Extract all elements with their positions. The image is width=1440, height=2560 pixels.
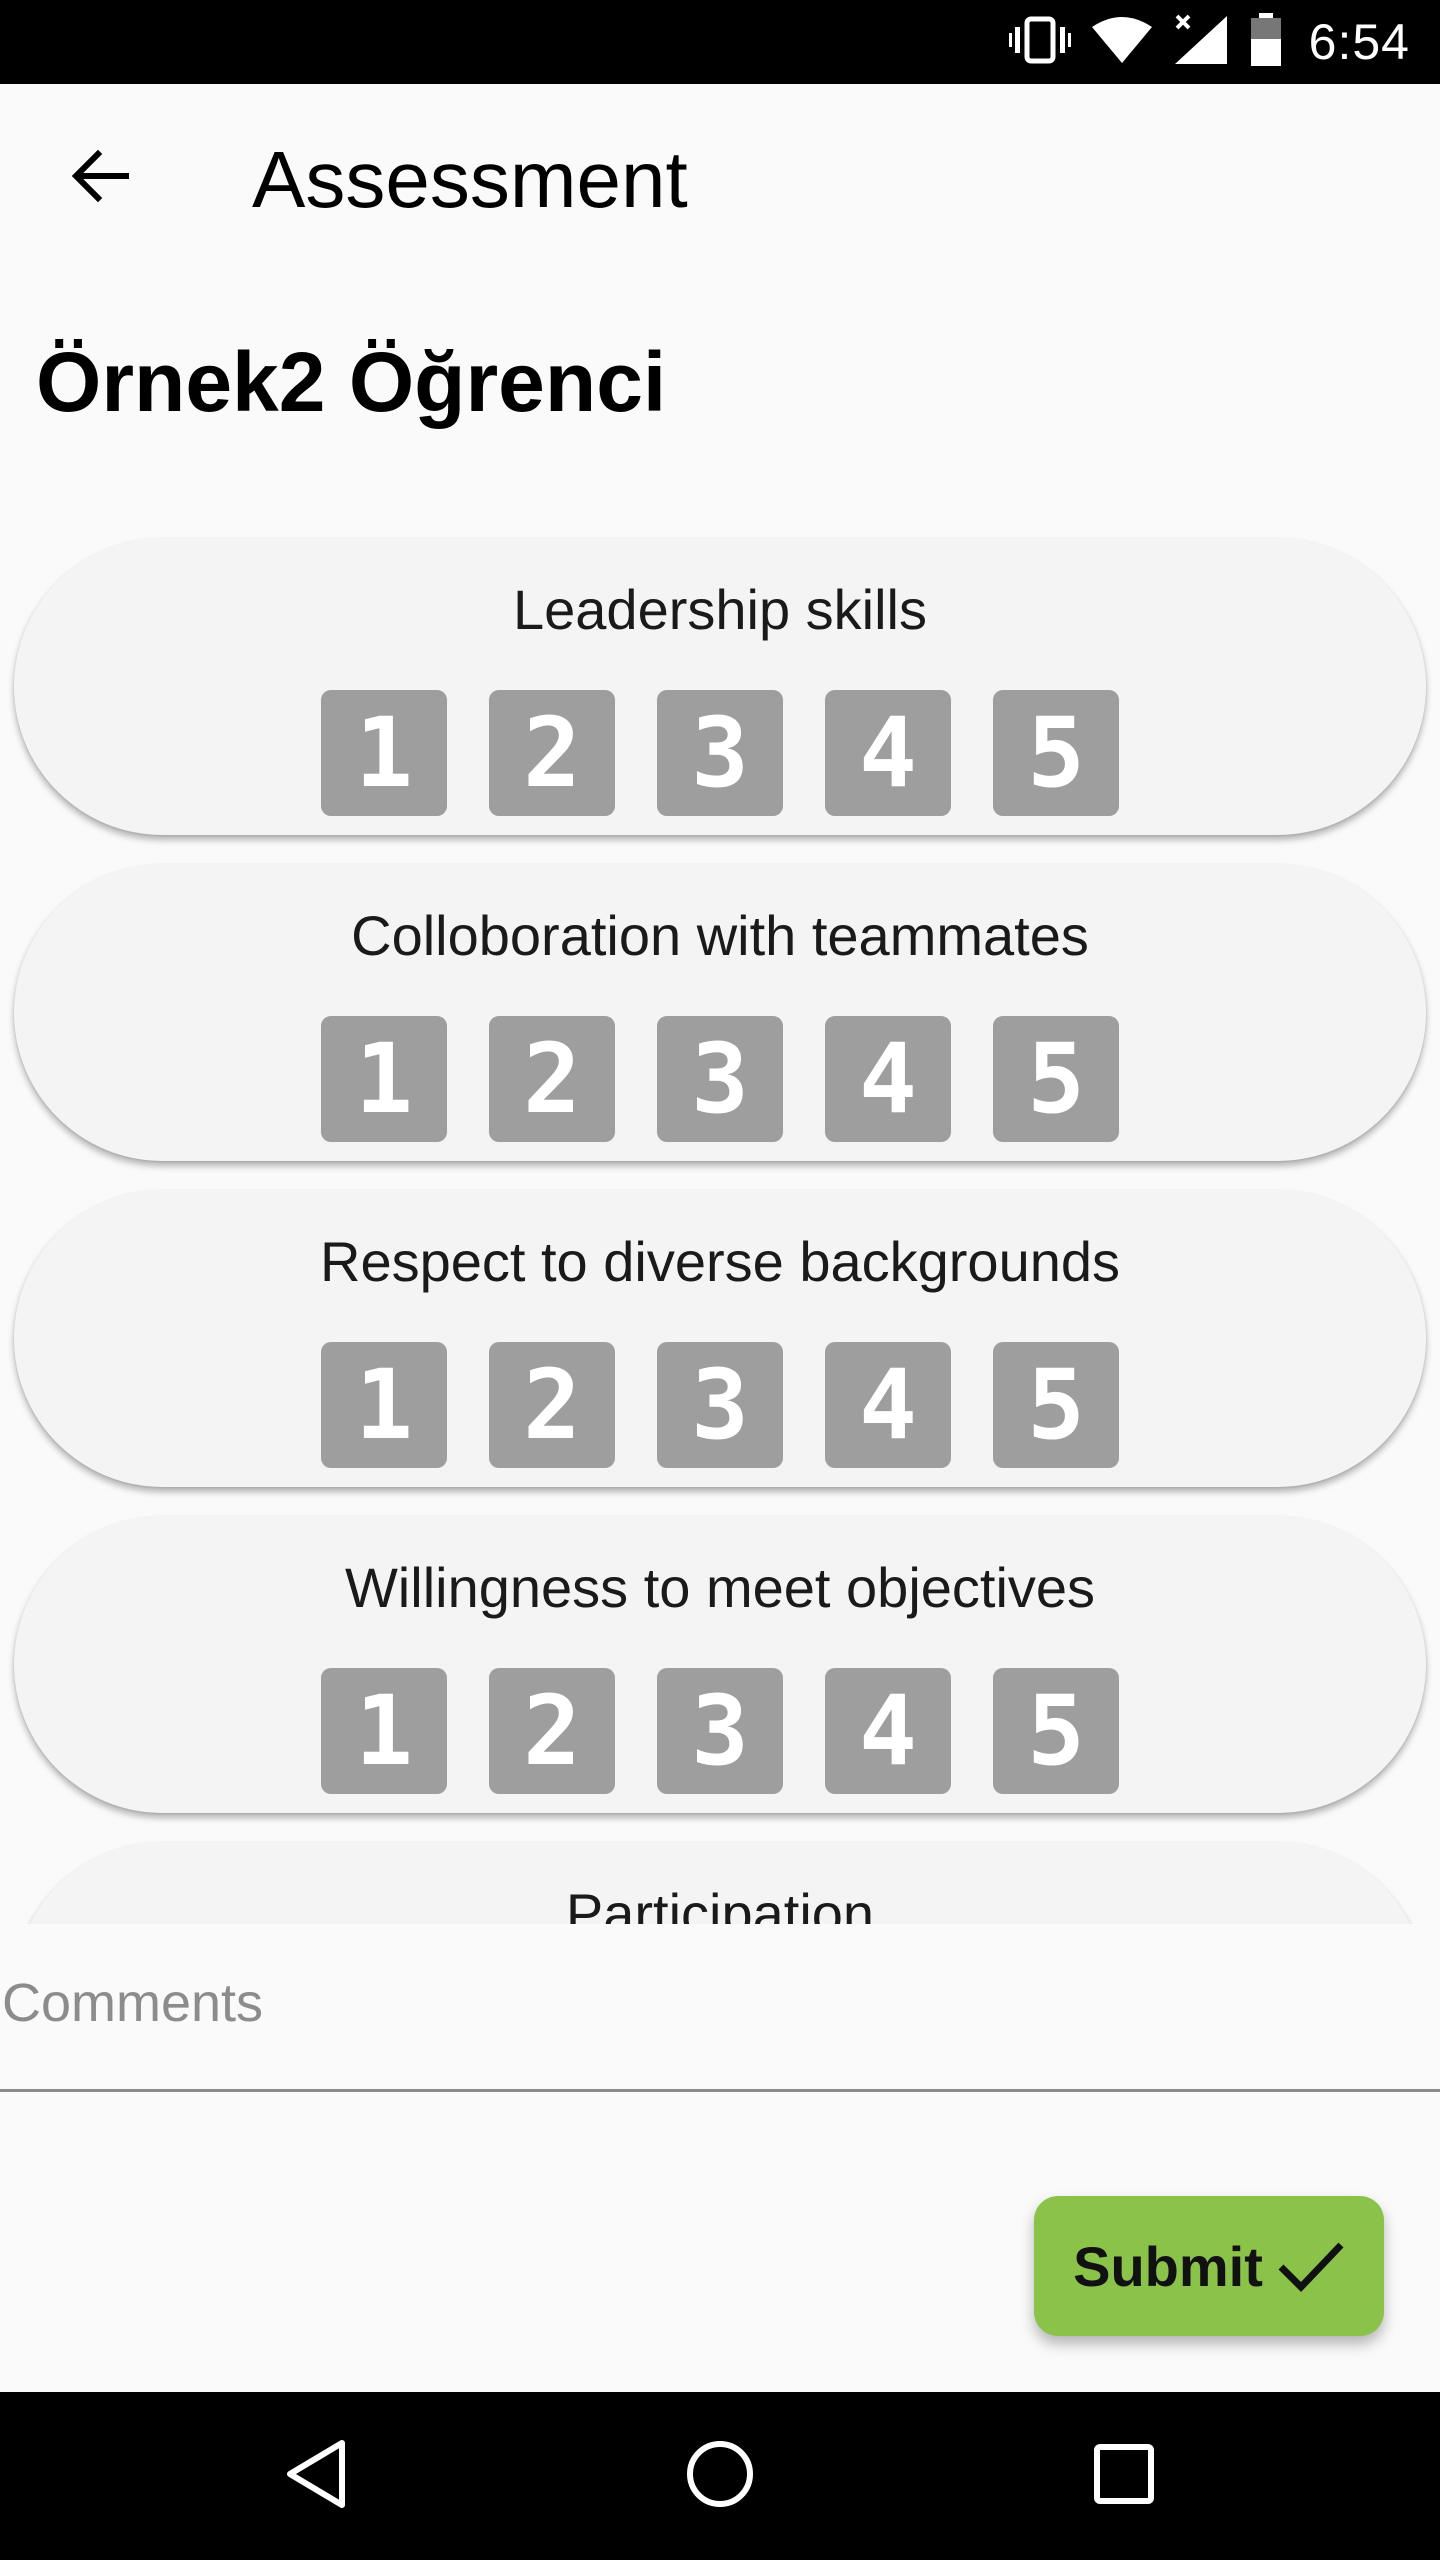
toolbar: Assessment bbox=[0, 84, 1440, 280]
recents-square-icon bbox=[1092, 2442, 1156, 2511]
rating-row: 1 2 3 4 5 bbox=[14, 690, 1426, 816]
criteria-list[interactable]: Leadership skills 1 2 3 4 5 Colloboratio… bbox=[0, 530, 1440, 1924]
criterion-card: Colloboration with teammates 1 2 3 4 5 bbox=[14, 864, 1426, 1161]
rating-button-2[interactable]: 2 bbox=[489, 690, 615, 816]
page-title: Assessment bbox=[252, 135, 688, 224]
criterion-card: Willingness to meet objectives 1 2 3 4 5 bbox=[14, 1516, 1426, 1813]
rating-button-4[interactable]: 4 bbox=[825, 1668, 951, 1794]
rating-button-1[interactable]: 1 bbox=[321, 690, 447, 816]
rating-button-5[interactable]: 5 bbox=[993, 1668, 1119, 1794]
criterion-card: Respect to diverse backgrounds 1 2 3 4 5 bbox=[14, 1190, 1426, 1487]
rating-row: 1 2 3 4 5 bbox=[14, 1342, 1426, 1468]
rating-button-2[interactable]: 2 bbox=[489, 1016, 615, 1142]
battery-icon bbox=[1249, 12, 1283, 72]
criterion-label: Respect to diverse backgrounds bbox=[320, 1230, 1120, 1293]
status-icons: 6:54 bbox=[1008, 0, 1410, 84]
nav-home-button[interactable] bbox=[670, 2426, 770, 2526]
rating-row: 1 2 3 4 5 bbox=[14, 1016, 1426, 1142]
rating-button-4[interactable]: 4 bbox=[825, 1016, 951, 1142]
rating-button-4[interactable]: 4 bbox=[825, 690, 951, 816]
comments-field[interactable] bbox=[0, 1960, 1440, 2092]
rating-button-1[interactable]: 1 bbox=[321, 1342, 447, 1468]
criterion-label: Participation bbox=[565, 1882, 875, 1924]
submit-button[interactable]: Submit bbox=[1034, 2196, 1384, 2336]
rating-button-3[interactable]: 3 bbox=[657, 1668, 783, 1794]
student-name: Örnek2 Öğrenci bbox=[36, 335, 667, 429]
signal-icon bbox=[1173, 14, 1229, 71]
nav-back-button[interactable] bbox=[266, 2426, 366, 2526]
back-triangle-icon bbox=[284, 2439, 348, 2514]
rating-button-1[interactable]: 1 bbox=[321, 1016, 447, 1142]
home-circle-icon bbox=[685, 2439, 755, 2514]
rating-button-5[interactable]: 5 bbox=[993, 690, 1119, 816]
check-icon bbox=[1277, 2237, 1345, 2296]
submit-label: Submit bbox=[1073, 2234, 1263, 2298]
arrow-back-icon bbox=[68, 144, 132, 213]
nav-recents-button[interactable] bbox=[1074, 2426, 1174, 2526]
vibrate-icon bbox=[1008, 15, 1071, 70]
rating-button-1[interactable]: 1 bbox=[321, 1668, 447, 1794]
rating-button-5[interactable]: 5 bbox=[993, 1342, 1119, 1468]
back-button[interactable] bbox=[50, 128, 150, 228]
criterion-card: Leadership skills 1 2 3 4 5 bbox=[14, 538, 1426, 835]
rating-button-3[interactable]: 3 bbox=[657, 1342, 783, 1468]
rating-button-2[interactable]: 2 bbox=[489, 1668, 615, 1794]
navigation-bar bbox=[0, 2392, 1440, 2560]
wifi-icon bbox=[1091, 15, 1153, 70]
criterion-label: Colloboration with teammates bbox=[351, 904, 1089, 967]
rating-button-4[interactable]: 4 bbox=[825, 1342, 951, 1468]
rating-button-5[interactable]: 5 bbox=[993, 1016, 1119, 1142]
status-bar: 6:54 bbox=[0, 0, 1440, 84]
rating-button-2[interactable]: 2 bbox=[489, 1342, 615, 1468]
criterion-card: Participation 1 2 3 4 5 bbox=[14, 1842, 1426, 1924]
criterion-label: Willingness to meet objectives bbox=[344, 1556, 1096, 1619]
rating-button-3[interactable]: 3 bbox=[657, 1016, 783, 1142]
criterion-label: Leadership skills bbox=[513, 578, 927, 641]
rating-row: 1 2 3 4 5 bbox=[14, 1668, 1426, 1794]
status-time: 6:54 bbox=[1308, 14, 1410, 70]
rating-button-3[interactable]: 3 bbox=[657, 690, 783, 816]
